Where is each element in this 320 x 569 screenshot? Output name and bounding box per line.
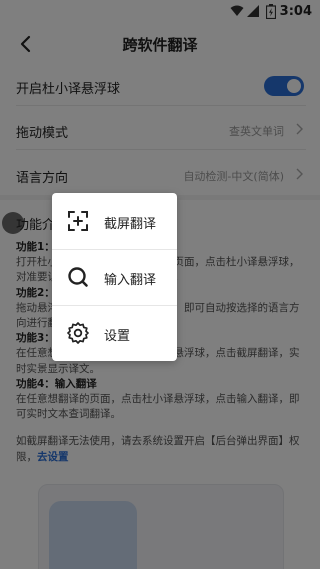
screenshot-translate-icon	[68, 211, 88, 231]
gear-icon	[67, 322, 89, 344]
menu-item-label: 输入翻译	[104, 273, 157, 288]
menu-item-screenshot-translate[interactable]: 截屏翻译	[52, 193, 177, 249]
float-ball-menu: 截屏翻译 输入翻译 设置	[52, 193, 177, 361]
search-icon	[68, 267, 88, 287]
menu-item-input-translate[interactable]: 输入翻译	[52, 249, 177, 305]
menu-item-label: 设置	[104, 329, 131, 344]
menu-item-settings[interactable]: 设置	[52, 305, 177, 361]
menu-item-label: 截屏翻译	[104, 217, 157, 232]
